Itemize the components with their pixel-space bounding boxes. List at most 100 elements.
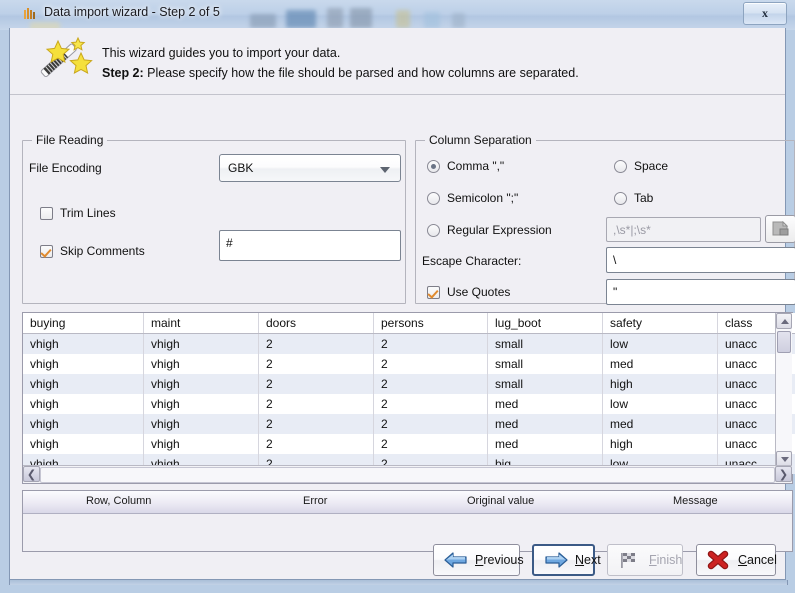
cell-safety[interactable]: med bbox=[602, 414, 718, 434]
cell-doors[interactable]: 2 bbox=[258, 434, 374, 454]
error-col-error: Error bbox=[303, 495, 328, 507]
table-row[interactable]: vhigh vhigh 2 2 small med unacc bbox=[23, 354, 795, 374]
cell-safety[interactable]: med bbox=[602, 354, 718, 374]
previous-button[interactable]: Previous bbox=[433, 544, 524, 576]
cell-doors[interactable]: 2 bbox=[258, 374, 374, 394]
file-reading-group: File Reading File Encoding GBK Trim Line… bbox=[22, 133, 406, 304]
chevron-right-icon: ❯ bbox=[778, 468, 789, 481]
column-separation-title: Column Separation bbox=[425, 133, 536, 147]
cell-safety[interactable]: low bbox=[602, 394, 718, 414]
finish-button: Finish bbox=[607, 544, 683, 576]
cell-lug_boot[interactable]: med bbox=[487, 394, 603, 414]
error-table-header: Row, Column Error Original value Message bbox=[23, 491, 792, 514]
cell-maint[interactable]: vhigh bbox=[143, 394, 259, 414]
cell-doors[interactable]: 2 bbox=[258, 394, 374, 414]
column-header-buying[interactable]: buying bbox=[23, 313, 144, 334]
cancel-button[interactable]: Cancel bbox=[696, 544, 777, 576]
column-header-maint[interactable]: maint bbox=[143, 313, 259, 334]
radio-comma-label: Comma "," bbox=[447, 159, 505, 173]
comment-character-input[interactable]: # bbox=[219, 230, 401, 261]
quote-character-input[interactable]: " bbox=[606, 279, 795, 305]
cell-doors[interactable]: 2 bbox=[258, 354, 374, 374]
radio-comma[interactable] bbox=[427, 160, 440, 173]
table-row[interactable]: vhigh vhigh 2 2 small low unacc bbox=[23, 333, 795, 354]
cell-maint[interactable]: vhigh bbox=[143, 354, 259, 374]
radio-tab-label: Tab bbox=[634, 191, 654, 205]
cell-lug_boot[interactable]: small bbox=[487, 333, 603, 354]
regex-placeholder: ,\s*|;\s* bbox=[613, 223, 651, 237]
cell-maint[interactable]: vhigh bbox=[143, 434, 259, 454]
chevron-up-icon bbox=[781, 319, 789, 324]
regex-browse-button[interactable] bbox=[765, 215, 795, 243]
cancel-button-label: Cancel bbox=[738, 553, 777, 567]
next-button[interactable]: Next bbox=[532, 544, 601, 576]
skip-comments-label: Skip Comments bbox=[60, 244, 145, 258]
cell-buying[interactable]: vhigh bbox=[23, 434, 144, 454]
cell-lug_boot[interactable]: small bbox=[487, 354, 603, 374]
checkered-flag-icon bbox=[617, 550, 643, 570]
cell-buying[interactable]: vhigh bbox=[23, 414, 144, 434]
regex-input[interactable]: ,\s*|;\s* bbox=[606, 217, 761, 242]
cell-maint[interactable]: vhigh bbox=[143, 414, 259, 434]
red-x-icon bbox=[706, 550, 732, 570]
radio-space[interactable] bbox=[614, 160, 627, 173]
table-vertical-scrollbar[interactable] bbox=[775, 313, 792, 467]
file-encoding-combo[interactable]: GBK bbox=[219, 154, 401, 182]
scroll-right-button[interactable]: ❯ bbox=[775, 466, 792, 482]
column-header-safety[interactable]: safety bbox=[602, 313, 718, 334]
table-row[interactable]: vhigh vhigh 2 2 med high unacc bbox=[23, 434, 795, 454]
use-quotes-checkbox[interactable] bbox=[427, 286, 440, 299]
wizard-intro-text: This wizard guides you to import your da… bbox=[102, 46, 341, 60]
arrow-right-icon bbox=[543, 550, 569, 570]
wizard-header: This wizard guides you to import your da… bbox=[10, 28, 785, 95]
cell-lug_boot[interactable]: med bbox=[487, 414, 603, 434]
cell-persons[interactable]: 2 bbox=[373, 354, 488, 374]
column-header-lug_boot[interactable]: lug_boot bbox=[487, 313, 603, 334]
column-header-doors[interactable]: doors bbox=[258, 313, 374, 334]
radio-semicolon[interactable] bbox=[427, 192, 440, 205]
cell-doors[interactable]: 2 bbox=[258, 414, 374, 434]
radio-regular-expression-label: Regular Expression bbox=[447, 223, 552, 237]
table-row[interactable]: vhigh vhigh 2 2 small high unacc bbox=[23, 374, 795, 394]
cell-buying[interactable]: vhigh bbox=[23, 354, 144, 374]
radio-semicolon-label: Semicolon ";" bbox=[447, 191, 519, 205]
cell-maint[interactable]: vhigh bbox=[143, 333, 259, 354]
wizard-window: Data import wizard - Step 2 of 5 x This … bbox=[0, 0, 795, 593]
cell-safety[interactable]: high bbox=[602, 434, 718, 454]
cell-buying[interactable]: vhigh bbox=[23, 333, 144, 354]
escape-character-input[interactable]: \ bbox=[606, 247, 795, 273]
previous-button-label: Previous bbox=[475, 553, 524, 567]
table-row[interactable]: vhigh vhigh 2 2 med low unacc bbox=[23, 394, 795, 414]
cell-lug_boot[interactable]: small bbox=[487, 374, 603, 394]
cell-buying[interactable]: vhigh bbox=[23, 374, 144, 394]
cell-safety[interactable]: low bbox=[602, 333, 718, 354]
next-button-label: Next bbox=[575, 553, 601, 567]
scroll-left-button[interactable]: ❮ bbox=[23, 466, 40, 482]
cell-buying[interactable]: vhigh bbox=[23, 394, 144, 414]
scroll-up-button[interactable] bbox=[776, 313, 792, 329]
horizontal-scroll-track[interactable] bbox=[40, 467, 775, 483]
use-quotes-label: Use Quotes bbox=[447, 285, 511, 299]
comment-character-value: # bbox=[226, 236, 233, 250]
cell-maint[interactable]: vhigh bbox=[143, 374, 259, 394]
trim-lines-checkbox[interactable] bbox=[40, 207, 53, 220]
error-col-message: Message bbox=[673, 495, 718, 507]
close-button[interactable]: x bbox=[743, 2, 787, 25]
table-horizontal-scrollbar[interactable]: ❮ ❯ bbox=[23, 465, 792, 483]
cell-doors[interactable]: 2 bbox=[258, 333, 374, 354]
column-header-persons[interactable]: persons bbox=[373, 313, 488, 334]
cell-persons[interactable]: 2 bbox=[373, 414, 488, 434]
skip-comments-checkbox[interactable] bbox=[40, 245, 53, 258]
cell-safety[interactable]: high bbox=[602, 374, 718, 394]
radio-regular-expression[interactable] bbox=[427, 224, 440, 237]
titlebar[interactable]: Data import wizard - Step 2 of 5 x bbox=[0, 0, 795, 28]
cell-persons[interactable]: 2 bbox=[373, 394, 488, 414]
vertical-scroll-thumb[interactable] bbox=[777, 331, 791, 353]
cell-persons[interactable]: 2 bbox=[373, 333, 488, 354]
cell-lug_boot[interactable]: med bbox=[487, 434, 603, 454]
cell-persons[interactable]: 2 bbox=[373, 374, 488, 394]
radio-tab[interactable] bbox=[614, 192, 627, 205]
data-preview-table[interactable]: buying maint doors persons lug_boot safety cla… bbox=[22, 312, 795, 484]
table-row[interactable]: vhigh vhigh 2 2 med med unacc bbox=[23, 414, 795, 434]
cell-persons[interactable]: 2 bbox=[373, 434, 488, 454]
